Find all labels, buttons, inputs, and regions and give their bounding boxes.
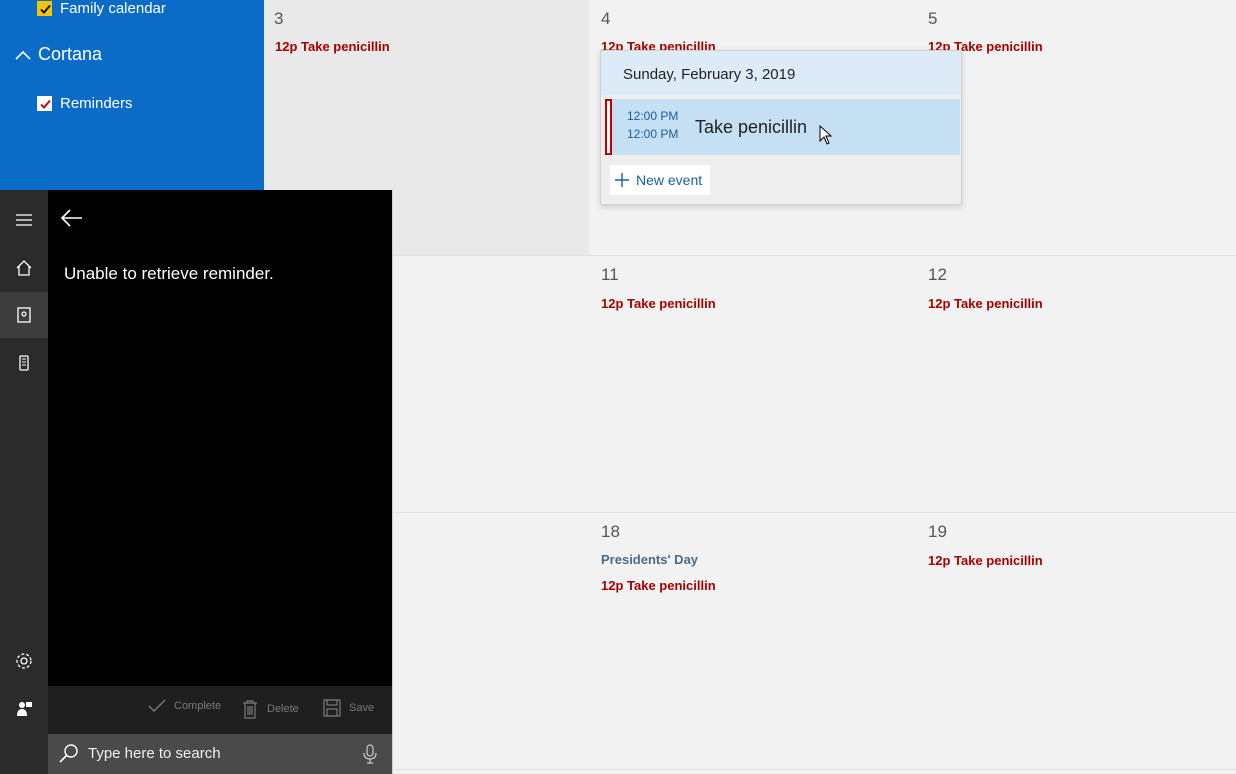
calendar-event[interactable]: 12p Take penicillin <box>601 296 716 311</box>
day-number[interactable]: 18 <box>601 522 620 542</box>
check-icon <box>148 699 166 712</box>
delete-label: Delete <box>267 703 299 715</box>
event-title: Take penicillin <box>695 117 808 137</box>
family-calendar-toggle[interactable]: Family calendar <box>37 0 166 18</box>
home-icon[interactable] <box>12 256 36 280</box>
calendar-event[interactable]: 12p Take penicillin <box>275 39 390 54</box>
complete-button[interactable]: Complete <box>148 699 221 713</box>
day-events-popup: Sunday, February 3, 2019 12:00 PM 12:00 … <box>600 50 962 205</box>
new-event-label: New event <box>636 172 703 188</box>
new-event-button[interactable]: New event <box>610 165 710 195</box>
cortana-group-header[interactable]: Cortana <box>14 44 102 65</box>
save-icon <box>323 699 341 717</box>
week-divider <box>264 255 1236 256</box>
event-end-time: 12:00 PM <box>627 127 679 141</box>
cortana-group-label: Cortana <box>38 44 103 64</box>
delete-button[interactable]: Delete <box>241 699 299 719</box>
search-input[interactable]: Type here to search <box>88 745 221 762</box>
checkbox-icon[interactable] <box>37 95 52 111</box>
complete-label: Complete <box>174 700 222 712</box>
calendar-event[interactable]: 12p Take penicillin <box>928 553 1043 568</box>
search-icon <box>59 744 78 763</box>
day-number[interactable]: 11 <box>601 265 619 285</box>
event-start-time: 12:00 PM <box>627 109 679 123</box>
save-button[interactable]: Save <box>323 699 374 717</box>
day-number[interactable]: 3 <box>274 9 283 29</box>
gear-icon[interactable] <box>12 649 36 673</box>
event-color-bar <box>605 99 612 155</box>
family-calendar-label: Family calendar <box>60 0 166 17</box>
taskbar-search-box[interactable]: Type here to search <box>48 734 392 774</box>
microphone-icon[interactable] <box>362 743 378 765</box>
cortana-nav-rail <box>0 190 48 774</box>
device-icon[interactable] <box>12 351 36 375</box>
day-number[interactable]: 19 <box>928 522 947 542</box>
menu-icon[interactable] <box>12 208 36 232</box>
calendar-event[interactable]: 12p Take penicillin <box>601 578 716 593</box>
week-divider <box>264 512 1236 513</box>
holiday-event[interactable]: Presidents' Day <box>601 552 698 567</box>
calendar-event[interactable]: 12p Take penicillin <box>928 296 1043 311</box>
reminders-label: Reminders <box>60 94 133 112</box>
checkbox-icon[interactable] <box>37 0 52 16</box>
day-number[interactable]: 12 <box>928 265 947 285</box>
day-number[interactable]: 5 <box>928 9 937 29</box>
trash-icon <box>243 700 257 719</box>
week-divider <box>264 769 1236 770</box>
panel-border <box>392 190 393 774</box>
reminder-action-bar: Complete Delete Save <box>48 686 392 734</box>
back-arrow-icon[interactable] <box>60 208 84 228</box>
popup-event-item[interactable]: 12:00 PM 12:00 PM Take penicillin <box>605 99 960 155</box>
feedback-icon[interactable] <box>12 697 36 721</box>
save-label: Save <box>349 702 375 714</box>
plus-icon <box>615 173 629 187</box>
day-number[interactable]: 4 <box>601 9 610 29</box>
popup-date: Sunday, February 3, 2019 <box>601 51 961 95</box>
cortana-panel: Unable to retrieve reminder. <box>48 190 392 686</box>
chevron-up-icon <box>15 50 31 60</box>
cortana-error-message: Unable to retrieve reminder. <box>64 264 274 283</box>
mouse-pointer-icon <box>819 125 833 145</box>
reminders-toggle[interactable]: Reminders <box>37 93 133 113</box>
notebook-icon[interactable] <box>0 292 48 338</box>
